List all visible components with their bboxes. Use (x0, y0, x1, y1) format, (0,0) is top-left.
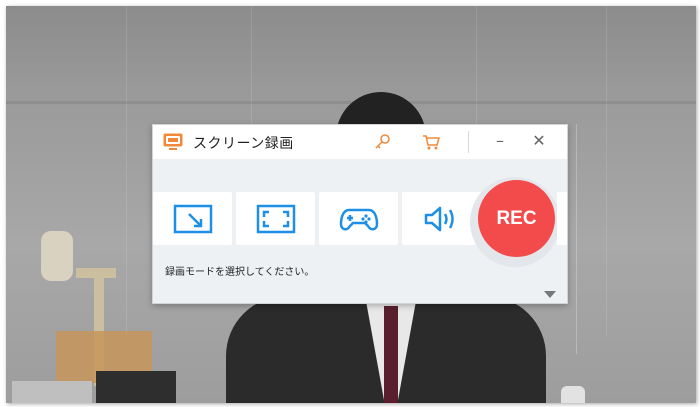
gamepad-icon (339, 208, 378, 230)
minimize-button[interactable]: – (490, 131, 510, 151)
title-bar[interactable]: スクリーン録画 – ✕ (153, 125, 567, 159)
close-button[interactable]: ✕ (529, 131, 549, 151)
key-icon[interactable] (372, 132, 392, 152)
rec-button[interactable]: REC (478, 180, 555, 257)
fullscreen-icon (256, 204, 295, 233)
app-logo-icon (163, 133, 183, 150)
expand-arrow-icon[interactable] (544, 291, 556, 298)
window-title: スクリーン録画 (193, 136, 294, 152)
desk-device (96, 371, 176, 403)
region-mode-button[interactable] (153, 192, 232, 245)
water-bottle (561, 386, 585, 403)
desk-base (12, 381, 92, 403)
wall-panel-line (126, 6, 127, 336)
screen-recorder-window: スクリーン録画 – ✕ REC 録画モードを選択してください。 (152, 124, 568, 304)
glass-partition (576, 124, 667, 354)
mode-hint-text: 録画モードを選択してください。 (165, 267, 315, 278)
screenshot-frame: スクリーン録画 – ✕ REC 録画モードを選択してください。 (0, 0, 700, 407)
cart-icon[interactable] (421, 132, 441, 152)
title-separator (468, 131, 469, 153)
camera-lamp (41, 231, 73, 281)
game-mode-button[interactable] (319, 192, 398, 245)
region-capture-icon (173, 204, 212, 233)
fullscreen-mode-button[interactable] (236, 192, 315, 245)
speaker-icon (424, 206, 454, 231)
person-tie (384, 306, 398, 403)
next-mode-button-edge[interactable] (557, 192, 567, 245)
